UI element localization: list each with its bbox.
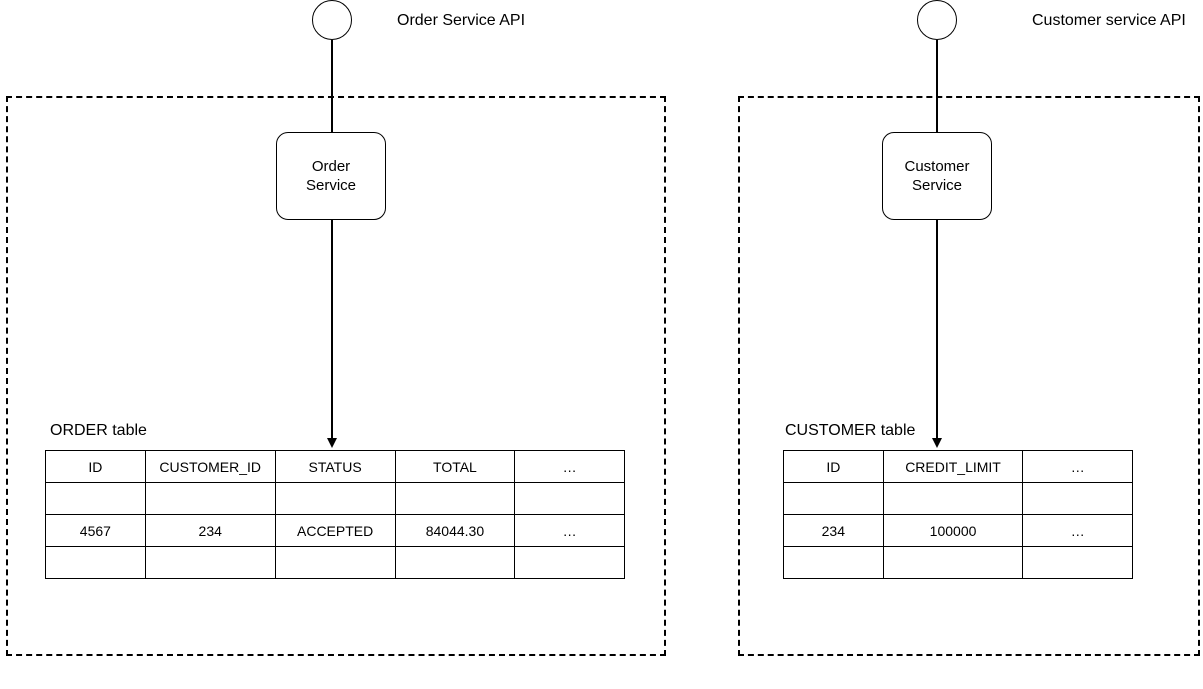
customer-col-credit-limit: CREDIT_LIMIT — [883, 451, 1023, 483]
order-col-more: … — [515, 451, 625, 483]
order-api-to-service-line — [331, 40, 333, 132]
table-header-row: ID CUSTOMER_ID STATUS TOTAL … — [46, 451, 625, 483]
order-total-cell: 84044.30 — [395, 515, 515, 547]
order-col-total: TOTAL — [395, 451, 515, 483]
customer-id-cell: 234 — [784, 515, 884, 547]
table-row: 234 100000 … — [784, 515, 1133, 547]
order-col-id: ID — [46, 451, 146, 483]
order-col-customer-id: CUSTOMER_ID — [145, 451, 275, 483]
customer-api-to-service-line — [936, 40, 938, 132]
table-row — [46, 483, 625, 515]
customer-table: ID CREDIT_LIMIT … 234 100000 … — [783, 450, 1133, 579]
order-more-cell: … — [515, 515, 625, 547]
table-row — [784, 483, 1133, 515]
customer-col-id: ID — [784, 451, 884, 483]
order-status-cell: ACCEPTED — [275, 515, 395, 547]
order-table-label: ORDER table — [50, 422, 147, 440]
order-id-cell: 4567 — [46, 515, 146, 547]
order-service-api-label: Order Service API — [397, 12, 525, 30]
order-service-api-circle — [312, 0, 352, 40]
order-service-text: Order Service — [306, 157, 356, 196]
customer-service-api-circle — [917, 0, 957, 40]
customer-arrowhead-icon — [932, 438, 942, 448]
order-col-status: STATUS — [275, 451, 395, 483]
table-row: 4567 234 ACCEPTED 84044.30 … — [46, 515, 625, 547]
customer-service-text: Customer Service — [904, 157, 969, 196]
order-arrowhead-icon — [327, 438, 337, 448]
customer-more-cell: … — [1023, 515, 1133, 547]
customer-service-box: Customer Service — [882, 132, 992, 220]
order-service-box: Order Service — [276, 132, 386, 220]
table-row — [46, 547, 625, 579]
customer-service-to-table-line — [936, 220, 938, 440]
order-service-to-table-line — [331, 220, 333, 440]
order-table: ID CUSTOMER_ID STATUS TOTAL … 4567 234 A… — [45, 450, 625, 579]
order-customer-id-cell: 234 — [145, 515, 275, 547]
table-header-row: ID CREDIT_LIMIT … — [784, 451, 1133, 483]
customer-table-label: CUSTOMER table — [785, 422, 915, 440]
customer-col-more: … — [1023, 451, 1133, 483]
table-row — [784, 547, 1133, 579]
customer-credit-limit-cell: 100000 — [883, 515, 1023, 547]
customer-service-api-label: Customer service API — [1032, 12, 1186, 30]
